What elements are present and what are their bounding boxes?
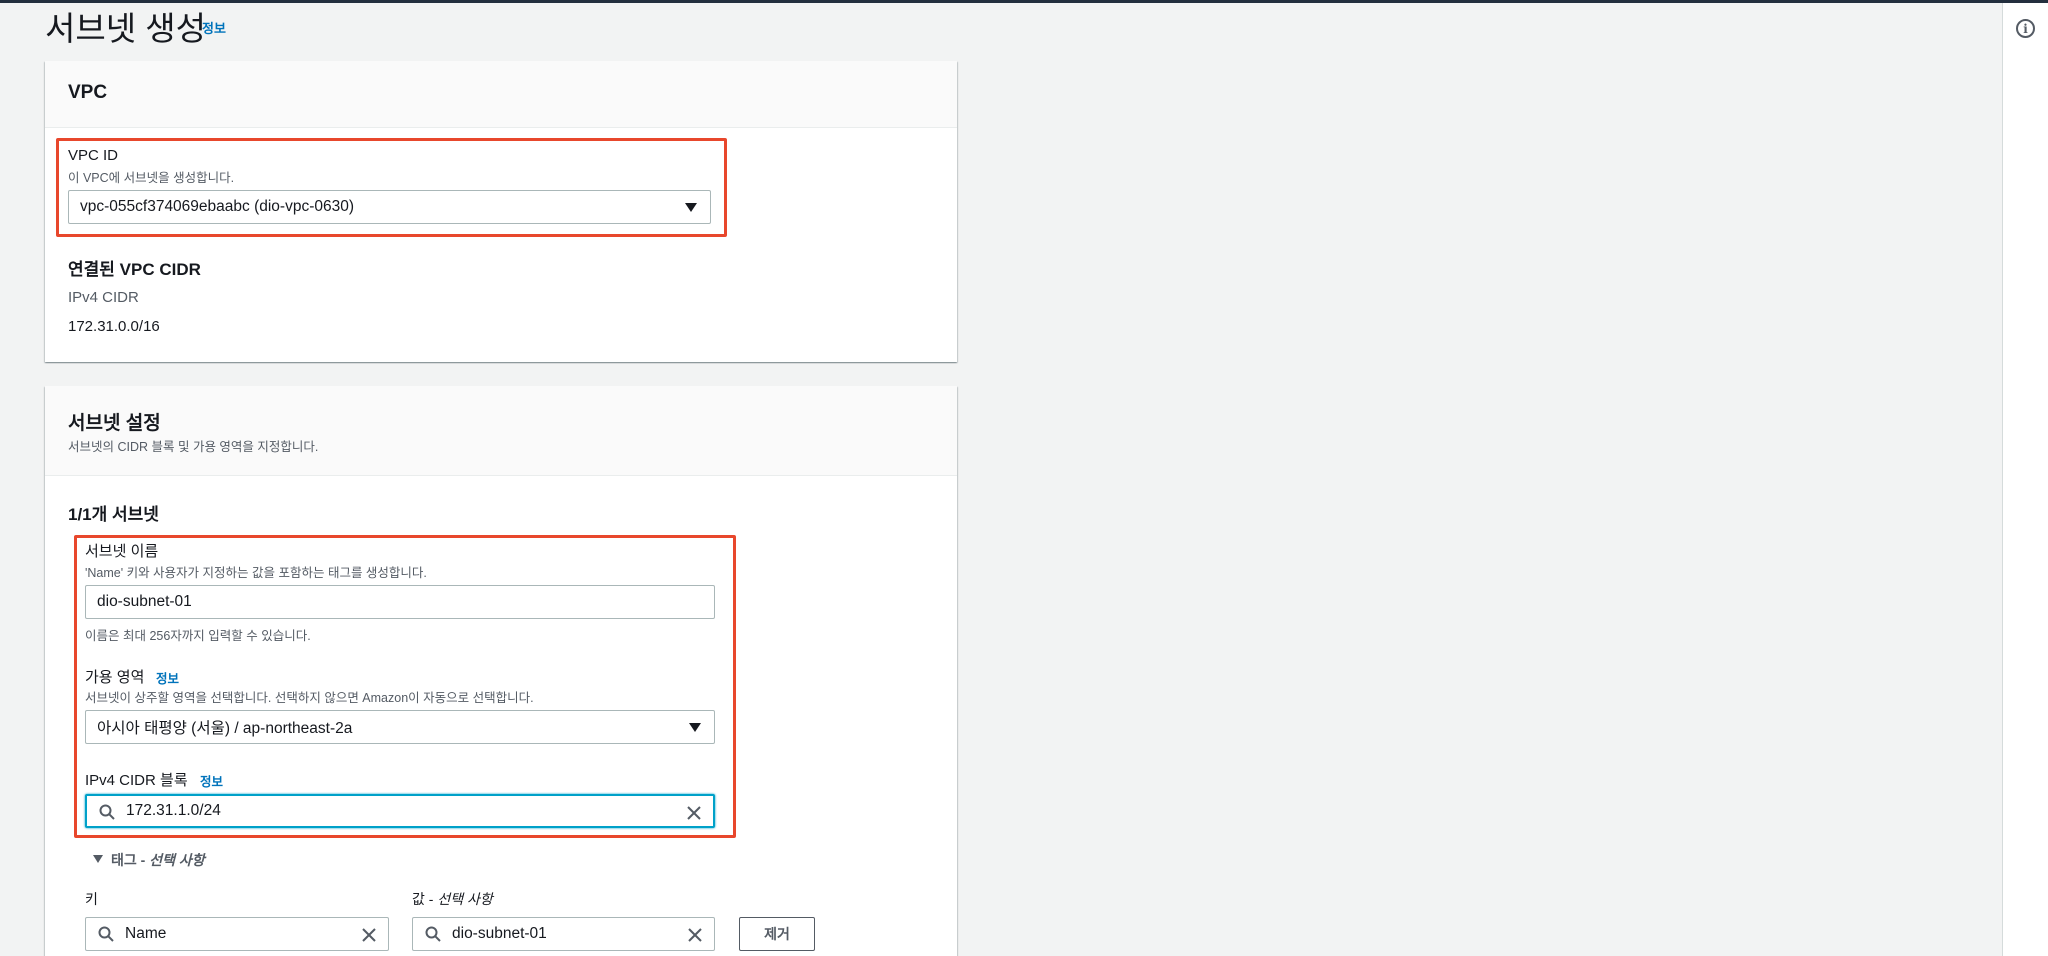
tag-key-label: 키: [85, 891, 98, 907]
close-icon[interactable]: [360, 926, 378, 944]
tag-value-input[interactable]: dio-subnet-01: [412, 917, 715, 951]
page-title: 서브넷 생성: [45, 10, 206, 47]
search-icon: [425, 926, 441, 942]
close-icon[interactable]: [686, 926, 704, 944]
highlight-vpc-id: [56, 138, 727, 237]
tag-value-label: 값 - 선택 사항: [412, 889, 493, 909]
top-bar: [0, 0, 2048, 3]
vpc-cidr-type: IPv4 CIDR: [68, 289, 139, 306]
vpc-panel-title: VPC: [68, 82, 108, 103]
info-icon[interactable]: i: [2016, 19, 2035, 38]
caret-down-icon: [93, 855, 103, 863]
vpc-cidr-title: 연결된 VPC CIDR: [68, 260, 201, 279]
subnet-panel-description: 서브넷의 CIDR 블록 및 가용 영역을 지정합니다.: [68, 440, 319, 454]
vpc-panel-header: VPC: [45, 61, 957, 128]
vpc-cidr-value: 172.31.0.0/16: [68, 318, 160, 335]
page-info-link[interactable]: 정보: [202, 18, 226, 37]
remove-tag-button[interactable]: 제거: [739, 917, 815, 951]
highlight-subnet-fields: [74, 535, 736, 838]
help-panel-rail: i: [2002, 3, 2048, 956]
tags-toggle[interactable]: 태그 - 선택 사항: [93, 850, 205, 870]
tag-key-input[interactable]: Name: [85, 917, 389, 951]
tag-value-optional-label: 선택 사항: [437, 891, 493, 907]
tag-key-value: Name: [125, 925, 167, 942]
tags-toggle-label: 태그 -: [111, 852, 150, 868]
subnet-panel-header: 서브넷 설정 서브넷의 CIDR 블록 및 가용 영역을 지정합니다.: [45, 386, 957, 476]
subnet-count-title: 1/1개 서브넷: [68, 505, 159, 524]
search-icon: [98, 926, 114, 942]
tag-value-value: dio-subnet-01: [452, 925, 547, 942]
tag-value-label-text: 값 -: [412, 891, 438, 907]
tags-optional-label: 선택 사항: [149, 852, 205, 868]
subnet-panel-title: 서브넷 설정: [68, 413, 161, 434]
